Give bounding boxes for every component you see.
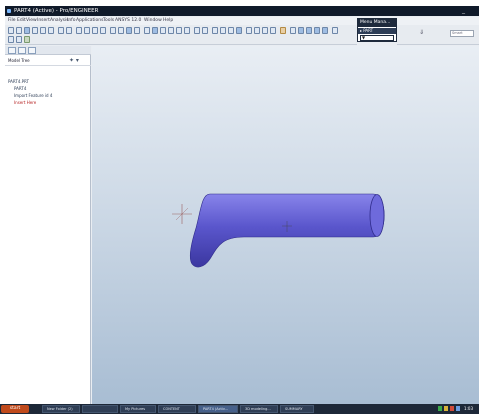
graphics-window[interactable] [92,46,479,404]
security-icon[interactable] [444,406,448,411]
tree-item-part4[interactable]: PART4 [14,86,26,91]
datum-axes-icon[interactable] [254,27,260,34]
menu-file[interactable]: File [8,18,16,24]
model-tree-header: Model Tree ✦ ▾ [5,56,91,66]
paste-icon[interactable] [92,27,98,34]
task-blank[interactable] [82,405,118,413]
menu-window[interactable]: Window [144,18,162,24]
find-icon[interactable] [118,27,124,34]
undo-icon[interactable] [58,27,64,34]
main-toolbar [5,25,357,45]
saved-views-icon[interactable] [184,27,190,34]
zoom-out-icon[interactable] [168,27,174,34]
feature-icon[interactable] [298,27,304,34]
model-tree-panel: Model Tree ✦ ▾ PART4.PRT PART4 Import Fe… [5,46,91,404]
menu-manager-title: Menu Mana... [358,19,396,27]
menu-analysis[interactable]: Analysis [50,18,69,24]
datum-points-icon[interactable] [262,27,268,34]
refit-icon[interactable] [152,27,158,34]
tab-folder-browser[interactable] [18,47,26,54]
navigator-tabs [5,46,91,55]
title-bar: PART4 (Active) - Pro/ENGINEER _ [5,6,479,16]
down-arrow-icon[interactable]: ⇓ [419,29,424,36]
tab-model-tree[interactable] [8,47,16,54]
app-window: PART4 (Active) - Pro/ENGINEER _ File Edi… [5,6,479,404]
task-3d-modeling[interactable]: 3D modeling... [240,405,278,413]
window-title: PART4 (Active) - Pro/ENGINEER [14,8,99,14]
datum-plane-tool-icon[interactable] [16,36,22,43]
smart-filter-field[interactable]: Smart [450,30,474,37]
task-my-pictures[interactable]: My Pictures [120,405,156,413]
coordinate-system-marker [172,204,192,224]
coordinate-systems-icon[interactable] [270,27,276,34]
menu-insert[interactable]: Insert [37,18,50,24]
menu-edit[interactable]: Edit [17,18,26,24]
geometry-icon[interactable] [306,27,312,34]
spin-center-icon[interactable] [290,27,296,34]
copy-icon[interactable] [84,27,90,34]
pin-icon[interactable] [332,27,338,34]
menu-tools[interactable]: Tools [103,18,114,24]
wireframe-icon[interactable] [212,27,218,34]
menu-manager-item-part[interactable]: ▸ PART [358,28,396,34]
datum-planes-icon[interactable] [246,27,252,34]
shading-icon[interactable] [236,27,242,34]
pipe-end-cap [369,194,385,237]
task-new-folder[interactable]: New Folder (2) [42,405,80,413]
quilt-icon[interactable] [314,27,320,34]
menu-help[interactable]: Help [163,18,173,24]
tree-settings-icon[interactable]: ✦ ▾ [69,57,79,64]
sketch-icon[interactable] [8,36,14,43]
volume-icon[interactable] [456,406,460,411]
minimize-button[interactable]: _ [460,7,467,15]
alert-icon[interactable] [450,406,454,411]
zoom-in-icon[interactable] [160,27,166,34]
menu-ansys[interactable]: ANSYS 12.0 [115,18,141,24]
tree-item-import-feature[interactable]: Import Feature id 4 [14,93,52,98]
tree-item-insert-here[interactable]: Insert Here [14,100,36,105]
model-tree-title: Model Tree [8,58,30,63]
redo-icon[interactable] [66,27,72,34]
no-hidden-icon[interactable] [228,27,234,34]
layers-icon[interactable] [194,27,200,34]
cut-icon[interactable] [76,27,82,34]
windows-taskbar: start New Folder (2) My Pictures CONTENT… [0,404,479,414]
tab-favorites[interactable] [28,47,36,54]
network-icon[interactable] [438,406,442,411]
select-filter-icon[interactable] [126,27,132,34]
task-proe-active[interactable]: PART4 (Activ... [198,405,238,413]
view-manager-icon[interactable] [202,27,208,34]
save-icon[interactable] [24,27,30,34]
menu-view[interactable]: View [26,18,37,24]
edge-icon[interactable] [322,27,328,34]
annotation-icon[interactable] [280,27,286,34]
send-icon[interactable] [48,27,54,34]
proe-app-icon [7,9,11,13]
regenerate-icon[interactable] [110,27,116,34]
reorient-icon[interactable] [176,27,182,34]
repaint-icon[interactable] [144,27,150,34]
new-file-icon[interactable] [8,27,14,34]
menu-manager-dropdown[interactable]: ▼ [360,35,394,41]
menu-info[interactable]: Info [67,18,76,24]
menu-bar: File Edit View Insert Analysis Info Appl… [5,17,479,25]
secondary-toolbar: ⇓ Smart [397,25,479,45]
tree-root[interactable]: PART4.PRT [8,79,29,84]
menu-manager-panel: Menu Mana... ▸ PART ▼ [357,18,397,42]
context-help-icon[interactable] [134,27,140,34]
paste-special-icon[interactable] [100,27,106,34]
task-content[interactable]: CONTENT [158,405,196,413]
system-tray: 1:03 [436,405,478,413]
extrude-icon[interactable] [24,36,30,43]
menu-applications[interactable]: Applications [76,18,104,24]
email-icon[interactable] [40,27,46,34]
open-file-icon[interactable] [16,27,22,34]
hidden-line-icon[interactable] [220,27,226,34]
start-button[interactable]: start [1,405,29,413]
model-canvas[interactable] [92,46,479,404]
task-summary[interactable]: SUMMARY [280,405,314,413]
print-icon[interactable] [32,27,38,34]
taskbar-clock: 1:03 [464,406,473,411]
